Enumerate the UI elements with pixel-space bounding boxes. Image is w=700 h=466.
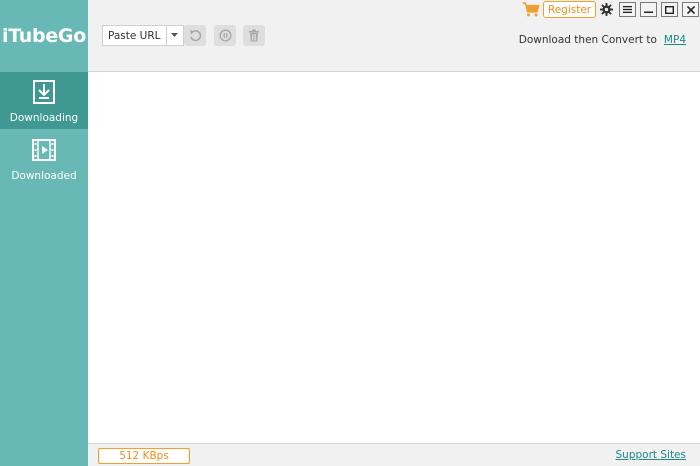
download-list — [88, 73, 700, 443]
minimize-button[interactable] — [640, 2, 657, 17]
download-icon — [33, 80, 55, 104]
refresh-icon — [189, 30, 201, 42]
sidebar-item-downloading[interactable]: Downloading — [0, 72, 88, 129]
maximize-icon — [665, 5, 674, 14]
sidebar-item-downloaded[interactable]: Downloaded — [0, 130, 88, 187]
sidebar-item-label: Downloading — [9, 112, 79, 124]
speed-indicator[interactable]: 512 KBps — [98, 448, 190, 464]
menu-icon — [623, 6, 632, 13]
retry-button[interactable] — [184, 25, 206, 46]
convert-label: Download then Convert to — [518, 34, 657, 46]
close-button[interactable] — [682, 2, 699, 17]
cart-icon[interactable] — [522, 2, 540, 17]
support-sites-link[interactable]: Support Sites — [616, 449, 686, 461]
menu-button[interactable] — [619, 2, 636, 17]
delete-button[interactable] — [243, 25, 265, 46]
pause-icon — [218, 29, 232, 42]
trash-icon — [249, 29, 259, 42]
paste-url-group: Paste URL — [102, 25, 184, 46]
convert-setting: Download then Convert to MP4 — [519, 34, 686, 46]
film-icon — [32, 139, 56, 161]
toolbar: Paste URL Register Download then Convert… — [88, 0, 700, 72]
close-icon — [686, 5, 695, 14]
paste-url-button[interactable]: Paste URL — [102, 25, 167, 46]
status-bar: 512 KBps Support Sites — [88, 443, 700, 466]
caret-down-icon — [171, 33, 179, 37]
sidebar-item-label: Downloaded — [11, 170, 77, 182]
gear-icon[interactable] — [600, 3, 613, 16]
minimize-icon — [644, 11, 653, 13]
sidebar: iTubeGo Downloading Downloaded — [0, 0, 88, 466]
maximize-button[interactable] — [661, 2, 678, 17]
app-logo: iTubeGo — [2, 25, 86, 47]
convert-format-link[interactable]: MP4 — [664, 34, 686, 46]
paste-url-dropdown[interactable] — [166, 25, 184, 46]
pause-button[interactable] — [214, 25, 236, 46]
register-button[interactable]: Register — [543, 1, 596, 18]
